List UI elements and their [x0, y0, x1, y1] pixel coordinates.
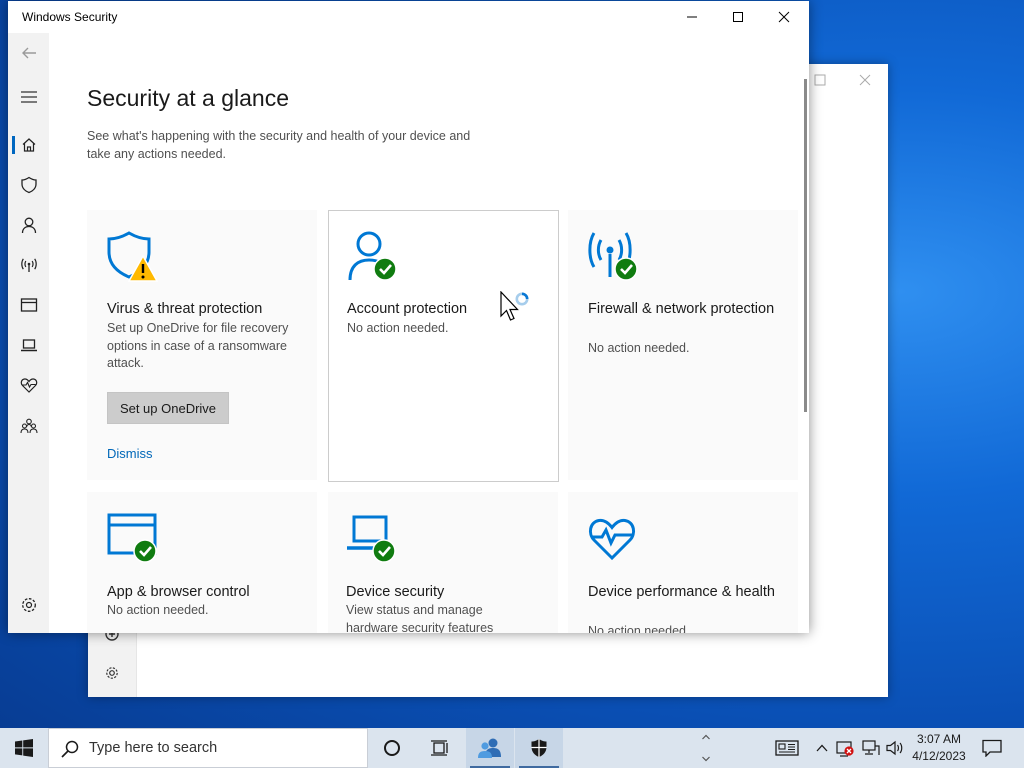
news-icon: [775, 740, 799, 756]
tile-title: Firewall & network protection: [588, 301, 775, 317]
cortana-circle-icon: [384, 740, 400, 756]
main-content: Security at a glance See what's happenin…: [49, 33, 809, 633]
dismiss-link[interactable]: Dismiss: [107, 446, 153, 461]
close-icon: [778, 11, 790, 23]
users-group-icon: [478, 738, 501, 758]
set-up-onedrive-button[interactable]: Set up OneDrive: [107, 392, 229, 424]
taskbar-search-box[interactable]: Type here to search: [48, 728, 368, 768]
search-icon: [61, 740, 79, 758]
menu-button[interactable]: [8, 77, 49, 117]
back-arrow-icon: [21, 47, 36, 59]
shield-warning-icon: [107, 231, 159, 282]
person-check-icon: [348, 231, 397, 281]
chevron-up-icon: [816, 744, 828, 752]
windows-logo-icon: [15, 739, 33, 757]
volume-button[interactable]: [884, 728, 906, 768]
taskbar-clock[interactable]: 3:07 AM 4/12/2023: [908, 731, 970, 765]
tile-description: View status and manage hardware security…: [346, 603, 494, 633]
sidebar-item-app-browser[interactable]: [8, 285, 49, 325]
shield-icon: [20, 176, 37, 194]
network-button[interactable]: [860, 728, 882, 768]
sidebar-item-family[interactable]: [8, 406, 49, 446]
vertical-scrollbar[interactable]: [804, 79, 807, 412]
cortana-button[interactable]: [368, 728, 416, 768]
person-icon: [21, 217, 36, 234]
tile-title: App & browser control: [107, 584, 250, 600]
notification-icon: [982, 739, 1002, 757]
laptop-check-icon: [347, 515, 396, 563]
heart-pulse-icon: [20, 378, 37, 393]
sidebar-item-account[interactable]: [8, 205, 49, 245]
taskbar-scroll-control[interactable]: [698, 728, 714, 768]
sidebar-item-firewall[interactable]: [8, 245, 49, 285]
taskbar-app-user-accounts[interactable]: [466, 728, 514, 768]
taskbar: Type here to search 3:07 AM 4/12/2023: [0, 728, 1024, 768]
task-view-icon: [431, 740, 448, 756]
windows-security-window: Windows Security Security at a glance Se…: [8, 1, 809, 633]
home-icon: [22, 138, 35, 152]
tile-title: Device performance & health: [588, 584, 775, 600]
close-icon[interactable]: [859, 74, 871, 86]
page-title: Security at a glance: [87, 85, 290, 111]
tray-security-alert[interactable]: [834, 728, 856, 768]
shield-icon: [531, 739, 547, 757]
laptop-icon: [20, 339, 37, 352]
navigation-sidebar: [8, 33, 49, 633]
maximize-icon: [733, 12, 743, 22]
browser-window-check-icon: [107, 513, 157, 563]
tile-firewall-network-protection[interactable]: Firewall & network protection No action …: [568, 210, 798, 480]
sidebar-item-device-health[interactable]: [8, 365, 49, 405]
speaker-icon: [886, 740, 903, 756]
tile-title: Device security: [346, 584, 445, 600]
wireless-icon: [20, 258, 37, 272]
settings-gear-icon: [21, 598, 36, 612]
sidebar-item-home[interactable]: [8, 125, 49, 165]
browser-window-icon: [20, 298, 37, 312]
security-alert-icon: [836, 741, 854, 757]
clock-time: 3:07 AM: [916, 732, 962, 746]
show-hidden-icons-button[interactable]: [812, 728, 832, 768]
family-icon: [19, 418, 38, 434]
search-placeholder: Type here to search: [89, 740, 218, 756]
busy-pointer-cursor-icon: [500, 291, 529, 321]
tile-description: No action needed.: [107, 603, 209, 617]
heart-pulse-icon: [588, 518, 636, 561]
maximize-icon[interactable]: [814, 74, 826, 86]
tile-app-browser-control[interactable]: App & browser control No action needed.: [87, 492, 317, 633]
tile-description: No action needed.: [588, 624, 690, 633]
title-bar[interactable]: Windows Security: [8, 1, 809, 33]
tile-device-security[interactable]: Device security View status and manage h…: [328, 492, 558, 633]
wireless-check-icon: [588, 232, 638, 281]
minimize-icon: [687, 16, 697, 18]
hamburger-menu-icon: [20, 91, 37, 103]
sidebar-item-device-security[interactable]: [8, 325, 49, 365]
back-button[interactable]: [8, 33, 49, 73]
close-button[interactable]: [761, 1, 807, 33]
taskbar-app-windows-security[interactable]: [515, 728, 563, 768]
sidebar-item-virus-threat[interactable]: [8, 165, 49, 205]
start-button[interactable]: [0, 728, 48, 768]
tile-virus-threat-protection[interactable]: Virus & threat protection Set up OneDriv…: [87, 210, 317, 480]
tile-description: No action needed.: [588, 341, 690, 355]
active-indicator: [12, 136, 15, 154]
page-subtitle: See what's happening with the security a…: [87, 129, 471, 161]
tile-device-performance-health[interactable]: Device performance & health No action ne…: [568, 492, 798, 633]
tile-title: Virus & threat protection: [107, 301, 263, 317]
task-view-button[interactable]: [416, 728, 464, 768]
window-title: Windows Security: [22, 10, 118, 24]
clock-date: 4/12/2023: [912, 749, 966, 763]
network-wired-icon: [862, 740, 880, 755]
tile-account-protection[interactable]: Account protection No action needed.: [328, 210, 559, 482]
chevron-up-down-icon: [702, 734, 710, 762]
maximize-button[interactable]: [715, 1, 761, 33]
sidebar-item-settings[interactable]: [8, 585, 49, 625]
news-and-interests-button[interactable]: [768, 728, 806, 768]
settings-gear-icon[interactable]: [104, 665, 120, 681]
action-center-button[interactable]: [978, 728, 1006, 768]
tile-description: Set up OneDrive for file recovery option…: [107, 321, 289, 370]
minimize-button[interactable]: [669, 1, 715, 33]
